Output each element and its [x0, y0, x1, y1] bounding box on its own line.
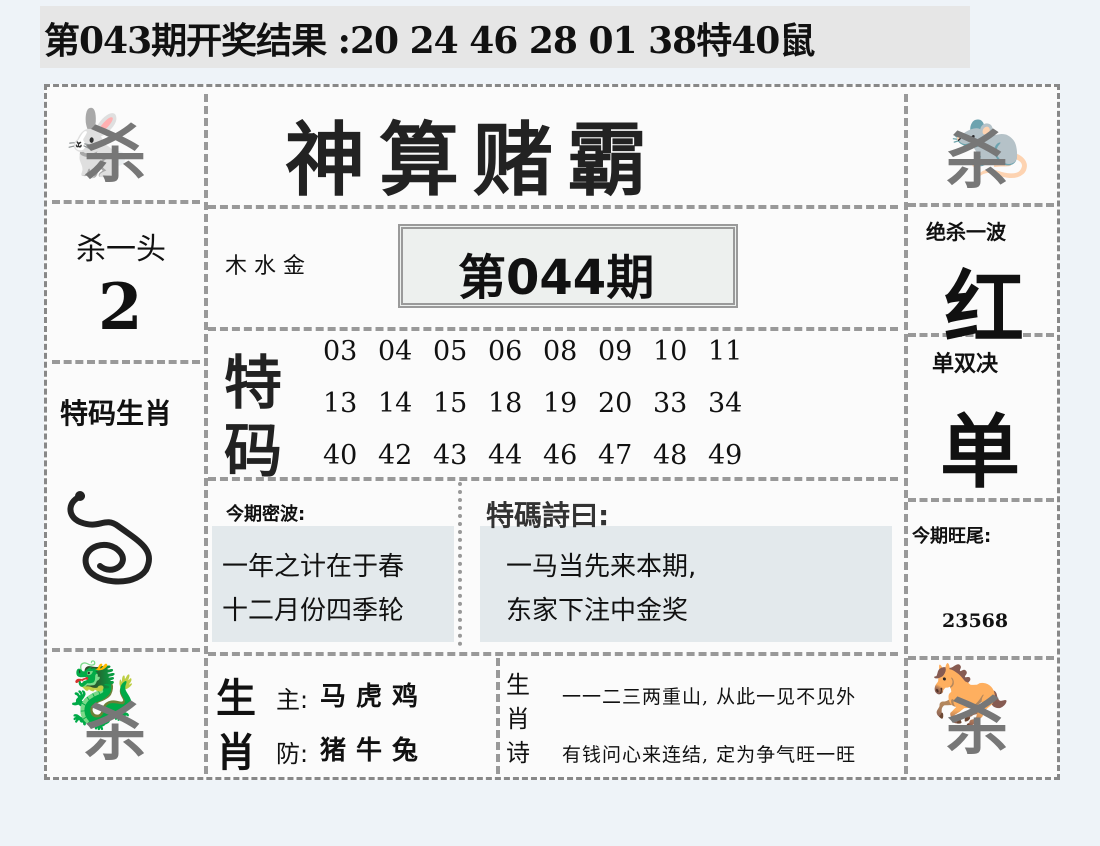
- divider: [208, 477, 898, 481]
- special-number: 14: [378, 388, 413, 419]
- zodiac-poem-title-char: 诗: [506, 739, 530, 767]
- kill-head-label: 杀一头: [76, 232, 166, 267]
- divider: [52, 360, 200, 364]
- divider: [496, 658, 500, 774]
- special-number: 09: [598, 336, 633, 367]
- special-number: 10: [653, 336, 688, 367]
- divider: [204, 94, 208, 774]
- kill-wave-value: 红: [944, 262, 1024, 355]
- kill-mark: 杀: [946, 124, 1009, 197]
- divider: [52, 648, 200, 652]
- numbers-row-1: 03 04 05 06 08 09 10 11: [323, 336, 763, 367]
- special-number: 18: [488, 388, 523, 419]
- special-number: 03: [323, 336, 358, 367]
- special-number: 04: [378, 336, 413, 367]
- special-number: 05: [433, 336, 468, 367]
- divider: [904, 94, 908, 774]
- poem-line: 一马当先来本期,: [506, 552, 697, 582]
- kill-wave-label: 绝杀一波: [926, 220, 1006, 244]
- kill-mark: 杀: [946, 690, 1009, 763]
- numbers-row-3: 40 42 43 44 46 47 48 49: [323, 440, 763, 471]
- special-number: 11: [708, 336, 743, 367]
- poem-label: 特碼詩曰:: [486, 499, 610, 532]
- snake-icon: [67, 491, 153, 585]
- five-elements: 木 水 金: [225, 254, 305, 279]
- zodiac-poem-line: 一一二三两重山, 从此一见不见外: [562, 686, 857, 708]
- special-number: 33: [653, 388, 688, 419]
- kill-mark: 杀: [84, 696, 147, 769]
- special-number: 19: [543, 388, 578, 419]
- special-number: 13: [323, 388, 358, 419]
- divider: [52, 200, 200, 204]
- special-zodiac-label: 特码生肖: [60, 397, 173, 430]
- kill-mark: 杀: [84, 118, 147, 191]
- special-number: 20: [598, 388, 633, 419]
- sheng-char: 生: [216, 676, 256, 722]
- kill-head-value: 2: [98, 270, 143, 345]
- special-number: 42: [378, 440, 413, 471]
- issue-number: 第044期: [458, 250, 655, 306]
- special-number: 47: [598, 440, 633, 471]
- zodiac-poem-title-char: 生: [506, 671, 530, 699]
- main-label: 主:: [276, 686, 309, 714]
- zodiac-poem-title: 生 肖 诗: [506, 668, 536, 770]
- riddle-line: 一年之计在于春: [222, 552, 405, 582]
- special-number: 34: [708, 388, 743, 419]
- odd-even-value: 单: [940, 406, 1020, 499]
- xiao-char: 肖: [216, 730, 256, 776]
- poem-line: 东家下注中金奖: [506, 596, 689, 626]
- riddle-label: 今期密波:: [226, 504, 306, 525]
- guard-animals: 猪牛兔: [320, 736, 429, 766]
- divider: [458, 482, 462, 646]
- zodiac-poem-title-char: 肖: [506, 705, 530, 733]
- special-number: 06: [488, 336, 523, 367]
- divider: [208, 327, 898, 331]
- zodiac-poem-line: 有钱问心来连结, 定为争气旺一旺: [562, 744, 857, 766]
- riddle-line: 十二月份四季轮: [222, 596, 405, 626]
- title: 神算赌霸: [285, 114, 661, 207]
- special-number: 15: [433, 388, 468, 419]
- ma-char: 码: [224, 417, 283, 485]
- special-number: 46: [543, 440, 578, 471]
- guard-label: 防:: [276, 740, 309, 768]
- tail-value: 23568: [942, 610, 1009, 632]
- special-number: 48: [653, 440, 688, 471]
- special-number: 44: [488, 440, 523, 471]
- special-number: 49: [708, 440, 743, 471]
- divider: [208, 652, 898, 656]
- main-animals: 马虎鸡: [320, 682, 429, 712]
- special-number: 40: [323, 440, 358, 471]
- divider: [908, 203, 1054, 207]
- tail-label: 今期旺尾:: [912, 526, 992, 547]
- odd-even-label: 单双决: [932, 352, 999, 377]
- draw-result-header: 第043期开奖结果 :20 24 46 28 01 38特40鼠: [44, 20, 815, 62]
- numbers-row-2: 13 14 15 18 19 20 33 34: [323, 388, 763, 419]
- special-number: 08: [543, 336, 578, 367]
- special-number: 43: [433, 440, 468, 471]
